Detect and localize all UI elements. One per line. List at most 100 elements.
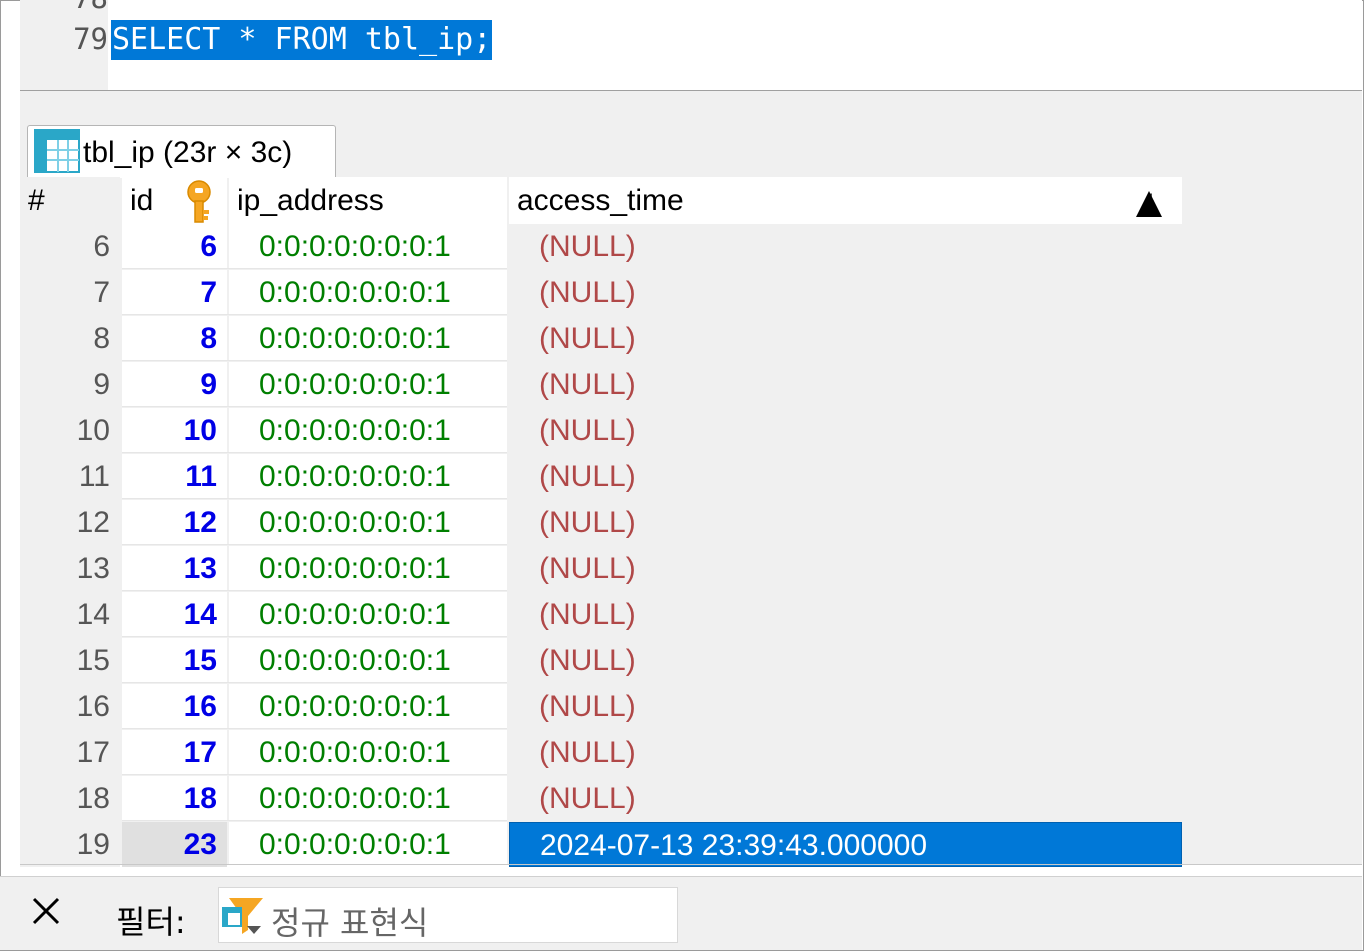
row-separator (122, 406, 507, 407)
close-icon[interactable] (30, 895, 62, 927)
row-number-cell[interactable]: 7 (20, 270, 120, 315)
table-row[interactable]: 10 10 0:0:0:0:0:0:0:1 (NULL) (20, 408, 1182, 453)
row-separator (122, 774, 507, 775)
ip-address-cell[interactable]: 0:0:0:0:0:0:0:1 (229, 546, 507, 591)
table-row[interactable]: 8 8 0:0:0:0:0:0:0:1 (NULL) (20, 316, 1182, 361)
filter-funnel-icon[interactable] (221, 894, 265, 938)
ip-address-cell[interactable]: 0:0:0:0:0:0:0:1 (229, 316, 507, 361)
ip-address-cell[interactable]: 0:0:0:0:0:0:0:1 (229, 776, 507, 821)
id-cell[interactable]: 16 (122, 684, 227, 729)
column-header-access-time[interactable]: access_time 1 (509, 177, 1182, 224)
tab-tbl-ip[interactable]: tbl_ip (23r × 3c) (27, 125, 336, 178)
row-number-cell[interactable]: 19 (20, 822, 120, 867)
access-time-cell[interactable]: 2024-07-13 23:39:43.000000 (509, 822, 1182, 867)
ip-address-cell[interactable]: 0:0:0:0:0:0:0:1 (229, 638, 507, 683)
filter-input[interactable]: 정규 표현식 (218, 887, 678, 943)
row-number-cell[interactable]: 6 (20, 224, 120, 269)
row-number-cell[interactable]: 17 (20, 730, 120, 775)
row-number-cell[interactable]: 12 (20, 500, 120, 545)
id-cell[interactable]: 11 (122, 454, 227, 499)
ip-address-cell[interactable]: 0:0:0:0:0:0:0:1 (229, 822, 507, 867)
filter-placeholder: 정규 표현식 (271, 904, 429, 942)
ip-address-cell[interactable]: 0:0:0:0:0:0:0:1 (229, 592, 507, 637)
row-separator (122, 636, 507, 637)
id-cell[interactable]: 13 (122, 546, 227, 591)
access-time-cell[interactable]: (NULL) (509, 638, 1182, 683)
id-cell[interactable]: 23 (122, 822, 227, 867)
access-time-cell[interactable]: (NULL) (509, 776, 1182, 821)
access-time-cell[interactable]: (NULL) (509, 454, 1182, 499)
table-row[interactable]: 16 16 0:0:0:0:0:0:0:1 (NULL) (20, 684, 1182, 729)
row-number-cell[interactable]: 18 (20, 776, 120, 821)
table-row[interactable]: 9 9 0:0:0:0:0:0:0:1 (NULL) (20, 362, 1182, 407)
ip-address-cell[interactable]: 0:0:0:0:0:0:0:1 (229, 684, 507, 729)
row-number-cell[interactable]: 10 (20, 408, 120, 453)
table-row[interactable]: 13 13 0:0:0:0:0:0:0:1 (NULL) (20, 546, 1182, 591)
row-number-cell[interactable]: 8 (20, 316, 120, 361)
ip-address-cell[interactable]: 0:0:0:0:0:0:0:1 (229, 500, 507, 545)
table-row[interactable]: 18 18 0:0:0:0:0:0:0:1 (NULL) (20, 776, 1182, 821)
access-time-cell[interactable]: (NULL) (509, 684, 1182, 729)
row-separator (122, 268, 507, 269)
id-cell[interactable]: 14 (122, 592, 227, 637)
id-cell[interactable]: 12 (122, 500, 227, 545)
ip-address-cell[interactable]: 0:0:0:0:0:0:0:1 (229, 454, 507, 499)
id-cell[interactable]: 18 (122, 776, 227, 821)
access-time-cell[interactable]: (NULL) (509, 408, 1182, 453)
table-row[interactable]: 7 7 0:0:0:0:0:0:0:1 (NULL) (20, 270, 1182, 315)
row-number-cell[interactable]: 15 (20, 638, 120, 683)
access-time-cell[interactable]: (NULL) (509, 546, 1182, 591)
row-number-cell[interactable]: 9 (20, 362, 120, 407)
access-time-cell[interactable]: (NULL) (509, 730, 1182, 775)
sort-ascending-icon: 1 (1136, 191, 1162, 217)
id-cell[interactable]: 17 (122, 730, 227, 775)
ip-address-cell[interactable]: 0:0:0:0:0:0:0:1 (229, 362, 507, 407)
table-row[interactable]: 6 6 0:0:0:0:0:0:0:1 (NULL) (20, 224, 1182, 269)
access-time-cell[interactable]: (NULL) (509, 592, 1182, 637)
row-number-cell[interactable]: 11 (20, 454, 120, 499)
row-number-cell[interactable]: 16 (20, 684, 120, 729)
row-separator (122, 590, 507, 591)
line-number: 79 (73, 22, 108, 56)
table-row[interactable]: 12 12 0:0:0:0:0:0:0:1 (NULL) (20, 500, 1182, 545)
row-separator (122, 314, 507, 315)
row-separator (122, 544, 507, 545)
table-grid-icon (34, 129, 80, 173)
access-time-cell[interactable]: (NULL) (509, 270, 1182, 315)
selected-query-text[interactable]: SELECT * FROM tbl_ip; (111, 20, 493, 60)
line-number-gutter: 78 79 (20, 0, 108, 90)
svg-text:1: 1 (1148, 192, 1154, 204)
access-time-cell[interactable]: (NULL) (509, 500, 1182, 545)
access-time-cell[interactable]: (NULL) (509, 316, 1182, 361)
id-cell[interactable]: 15 (122, 638, 227, 683)
table-row[interactable]: 11 11 0:0:0:0:0:0:0:1 (NULL) (20, 454, 1182, 499)
column-header-rownum[interactable]: # (20, 177, 120, 224)
access-time-cell[interactable]: (NULL) (509, 224, 1182, 269)
divider (20, 864, 1362, 865)
ip-address-cell[interactable]: 0:0:0:0:0:0:0:1 (229, 730, 507, 775)
column-header-ip-address[interactable]: ip_address (229, 177, 507, 224)
table-row[interactable]: 19 23 0:0:0:0:0:0:0:1 2024-07-13 23:39:43.0… (20, 822, 1182, 867)
access-time-cell[interactable]: (NULL) (509, 362, 1182, 407)
id-cell[interactable]: 7 (122, 270, 227, 315)
column-header-id[interactable]: id (122, 177, 227, 224)
ip-address-cell[interactable]: 0:0:0:0:0:0:0:1 (229, 270, 507, 315)
id-cell[interactable]: 9 (122, 362, 227, 407)
primary-key-icon (187, 180, 211, 223)
table-row[interactable]: 14 14 0:0:0:0:0:0:0:1 (NULL) (20, 592, 1182, 637)
filter-bar: 필터: 정규 표현식 (0, 876, 1362, 950)
id-cell[interactable]: 10 (122, 408, 227, 453)
table-row[interactable]: 15 15 0:0:0:0:0:0:0:1 (NULL) (20, 638, 1182, 683)
ip-address-cell[interactable]: 0:0:0:0:0:0:0:1 (229, 224, 507, 269)
row-number-cell[interactable]: 13 (20, 546, 120, 591)
row-separator (122, 820, 507, 821)
row-separator (122, 360, 507, 361)
id-cell[interactable]: 8 (122, 316, 227, 361)
table-row[interactable]: 17 17 0:0:0:0:0:0:0:1 (NULL) (20, 730, 1182, 775)
sql-editor[interactable]: 78 79 SELECT * FROM tbl_ip; (20, 0, 1362, 90)
row-separator (122, 498, 507, 499)
row-number-cell[interactable]: 14 (20, 592, 120, 637)
id-cell[interactable]: 6 (122, 224, 227, 269)
ip-address-cell[interactable]: 0:0:0:0:0:0:0:1 (229, 408, 507, 453)
filter-label: 필터: (116, 903, 186, 941)
